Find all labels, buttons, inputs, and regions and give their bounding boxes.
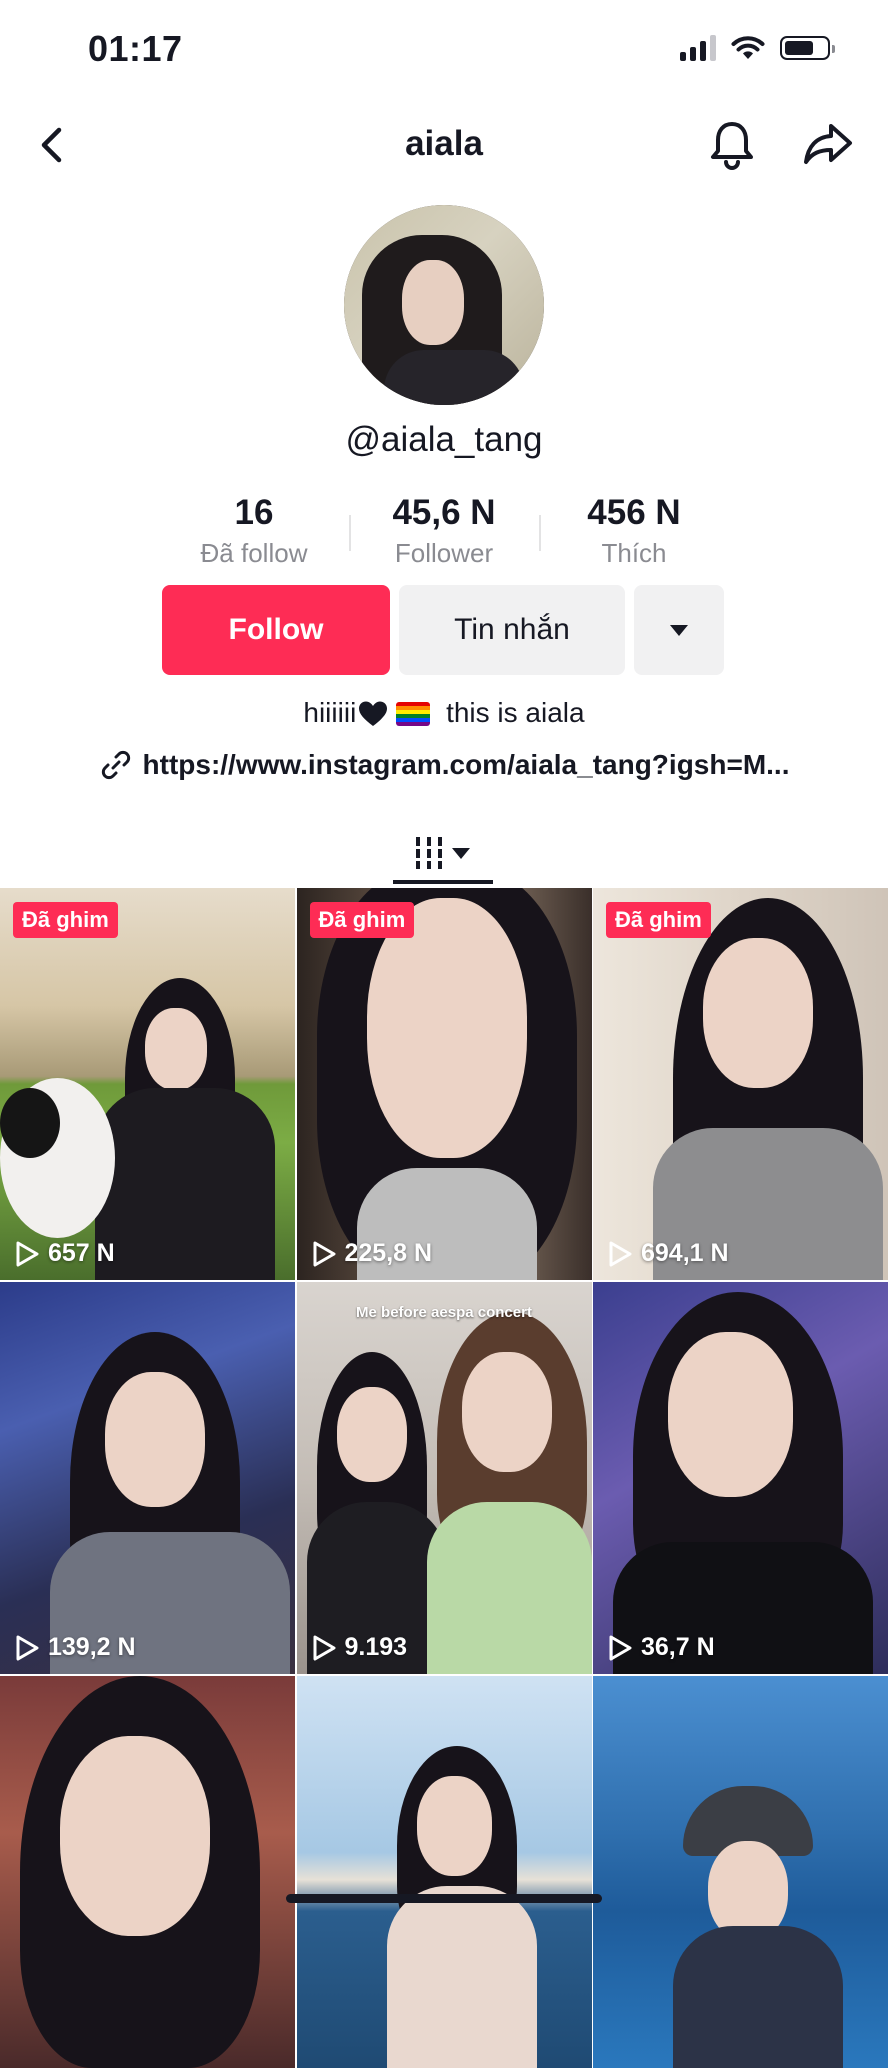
video-tile[interactable]: Đã ghim 694,1 N bbox=[593, 888, 888, 1280]
play-icon bbox=[313, 1635, 335, 1660]
play-icon bbox=[609, 1635, 632, 1660]
view-count-text: 9.193 bbox=[344, 1633, 408, 1661]
video-tile[interactable] bbox=[0, 1676, 295, 2068]
home-indicator bbox=[286, 1894, 602, 1903]
profile-actions: Follow Tin nhắn bbox=[162, 585, 724, 675]
active-tab-indicator bbox=[393, 880, 493, 884]
bio-text: this is aiala bbox=[438, 697, 585, 728]
pinned-badge: Đã ghim bbox=[13, 902, 118, 938]
profile-bio: hiiiiii this is aiala bbox=[0, 697, 888, 729]
battery-icon bbox=[780, 35, 835, 60]
video-tile[interactable]: Me before aespa concert 9.193 bbox=[296, 1282, 592, 1674]
avatar[interactable] bbox=[344, 205, 544, 405]
play-icon bbox=[16, 1241, 39, 1266]
bell-icon[interactable] bbox=[704, 116, 760, 172]
video-tile[interactable]: Đã ghim 657 N bbox=[0, 888, 295, 1280]
pinned-badge: Đã ghim bbox=[606, 902, 711, 938]
view-count: 657 N bbox=[14, 1239, 115, 1268]
view-count-text: 694,1 N bbox=[641, 1239, 729, 1267]
view-count-text: 36,7 N bbox=[641, 1633, 715, 1661]
status-time: 01:17 bbox=[88, 28, 183, 69]
view-count: 9.193 bbox=[311, 1633, 408, 1662]
profile-stats: 16 Đã follow 45,6 N Follower 456 N Thích bbox=[0, 493, 888, 571]
stat-value: 16 bbox=[234, 493, 274, 532]
profile-header: aiala bbox=[0, 110, 888, 180]
video-tile[interactable]: 139,2 N bbox=[0, 1282, 295, 1674]
status-bar: 01:17 bbox=[0, 0, 888, 100]
video-tile[interactable]: 36,7 N bbox=[593, 1282, 888, 1674]
more-dropdown-button[interactable] bbox=[634, 585, 724, 675]
stat-likes[interactable]: 456 N Thích bbox=[539, 493, 729, 571]
stat-value: 456 N bbox=[587, 493, 681, 532]
bio-text: hiiiiii bbox=[303, 697, 357, 728]
play-icon bbox=[313, 1241, 335, 1266]
follow-button[interactable]: Follow bbox=[162, 585, 390, 675]
video-tile[interactable] bbox=[296, 1676, 592, 2068]
link-icon bbox=[101, 750, 130, 780]
stat-label: Follower bbox=[394, 538, 494, 568]
view-count: 694,1 N bbox=[607, 1239, 729, 1268]
status-icons bbox=[680, 34, 835, 61]
message-button[interactable]: Tin nhắn bbox=[399, 585, 625, 675]
chevron-down-icon bbox=[452, 847, 470, 859]
view-count: 139,2 N bbox=[14, 1633, 136, 1662]
video-tile[interactable]: Đã ghim 225,8 N bbox=[296, 888, 592, 1280]
play-icon bbox=[609, 1241, 632, 1266]
view-count-text: 139,2 N bbox=[48, 1633, 136, 1661]
black-heart-icon bbox=[359, 701, 388, 726]
stat-followers[interactable]: 45,6 N Follower bbox=[349, 493, 539, 571]
share-arrow-icon[interactable] bbox=[800, 116, 856, 172]
tab-videos-grid[interactable] bbox=[393, 820, 493, 886]
video-grid: Đã ghim 657 N Đã ghim 225,8 N Đã ghim 69… bbox=[0, 888, 888, 2068]
view-count: 36,7 N bbox=[607, 1633, 715, 1662]
cellular-signal-icon bbox=[680, 34, 716, 61]
stat-label: Thích bbox=[601, 538, 667, 568]
rainbow-flag-icon bbox=[396, 702, 431, 726]
stat-label: Đã follow bbox=[200, 538, 308, 568]
view-count: 225,8 N bbox=[311, 1239, 433, 1268]
bio-link[interactable]: https://www.instagram.com/aiala_tang?igs… bbox=[0, 748, 888, 782]
grid-icon bbox=[416, 837, 442, 869]
profile-handle: @aiala_tang bbox=[345, 420, 543, 459]
wifi-icon bbox=[731, 36, 765, 59]
video-caption: Me before aespa concert bbox=[356, 1304, 532, 1321]
chevron-down-icon bbox=[670, 624, 688, 636]
pinned-badge: Đã ghim bbox=[309, 902, 415, 938]
video-tile[interactable] bbox=[593, 1676, 888, 2068]
view-count-text: 657 N bbox=[48, 1239, 115, 1267]
bio-link-text: https://www.instagram.com/aiala_tang?igs… bbox=[142, 749, 790, 780]
play-icon bbox=[16, 1635, 39, 1660]
stat-value: 45,6 N bbox=[392, 493, 496, 532]
stat-following[interactable]: 16 Đã follow bbox=[159, 493, 349, 571]
view-count-text: 225,8 N bbox=[344, 1239, 433, 1267]
